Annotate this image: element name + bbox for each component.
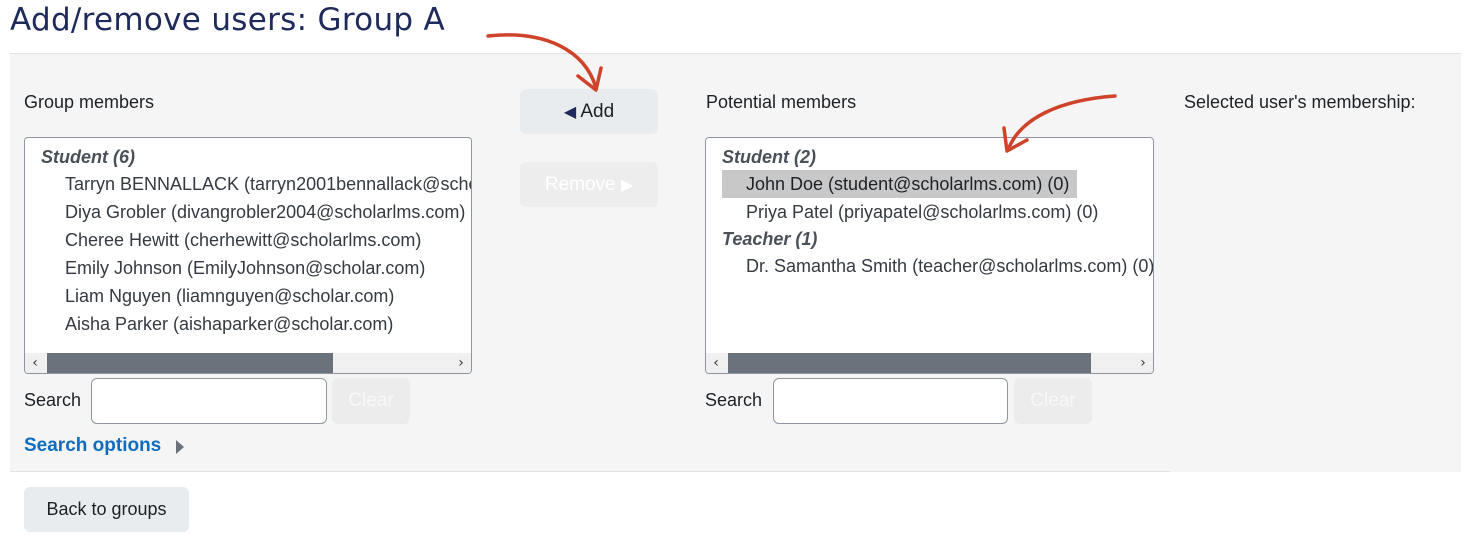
potential-option[interactable]: Priya Patel (priyapatel@scholarlms.com) … (706, 198, 1153, 226)
member-option[interactable]: Emily Johnson (EmilyJohnson@scholar.com) (25, 254, 471, 282)
optgroup-student: Student (2) (722, 147, 816, 167)
potential-members-listbox[interactable]: Student (2) John Doe (student@scholarlms… (705, 137, 1154, 374)
chevron-right-icon[interactable]: › (1133, 353, 1153, 373)
chevron-left-icon[interactable]: ‹ (706, 353, 726, 373)
divider (10, 471, 1170, 472)
search-label: Search (705, 390, 763, 410)
potential-members-label: Potential members (706, 92, 857, 112)
triangle-right-icon: ▶ (620, 175, 634, 194)
potential-option-selected[interactable]: John Doe (student@scholarlms.com) (0) (722, 170, 1078, 198)
group-members-label: Group members (24, 92, 155, 112)
triangle-left-icon: ◀ (563, 102, 577, 121)
page-title: Add/remove users: Group A (10, 2, 446, 38)
scroll-thumb[interactable] (47, 353, 333, 373)
optgroup-student: Student (6) (41, 147, 135, 167)
add-button-label: Add (580, 101, 615, 122)
remove-button-label: Remove (544, 174, 616, 195)
back-to-groups-button[interactable]: Back to groups (24, 487, 189, 532)
remove-button[interactable]: Remove ▶ (520, 162, 658, 207)
member-option[interactable]: Liam Nguyen (liamnguyen@scholar.com) (25, 282, 471, 310)
chevron-right-icon[interactable]: › (451, 353, 471, 373)
clear-search-button[interactable]: Clear (1014, 378, 1092, 424)
potential-option[interactable]: Dr. Samantha Smith (teacher@scholarlms.c… (706, 252, 1153, 280)
optgroup-teacher: Teacher (1) (722, 229, 818, 249)
horizontal-scrollbar[interactable]: ‹ › (706, 353, 1153, 373)
member-option[interactable]: Aisha Parker (aishaparker@scholar.com) (25, 310, 471, 338)
search-label: Search (24, 390, 82, 410)
member-option[interactable]: Diya Grobler (divangrobler2004@scholarlm… (25, 198, 471, 226)
member-option[interactable]: Cheree Hewitt (cherhewitt@scholarlms.com… (25, 226, 471, 254)
add-button[interactable]: ◀ Add (520, 89, 658, 134)
clear-search-button[interactable]: Clear (332, 378, 410, 424)
selected-user-membership-label: Selected user's membership: (1184, 92, 1416, 112)
member-option[interactable]: Tarryn BENNALLACK (tarryn2001bennallack@… (25, 170, 471, 198)
horizontal-scrollbar[interactable]: ‹ › (25, 353, 471, 373)
chevron-left-icon[interactable]: ‹ (25, 353, 45, 373)
potential-members-search-input[interactable] (773, 378, 1008, 424)
group-members-listbox[interactable]: Student (6) Tarryn BENNALLACK (tarryn200… (24, 137, 472, 374)
scroll-thumb[interactable] (728, 353, 1091, 373)
caret-right-icon[interactable] (176, 440, 184, 454)
search-options-link[interactable]: Search options (24, 435, 161, 457)
group-members-search-input[interactable] (91, 378, 327, 424)
